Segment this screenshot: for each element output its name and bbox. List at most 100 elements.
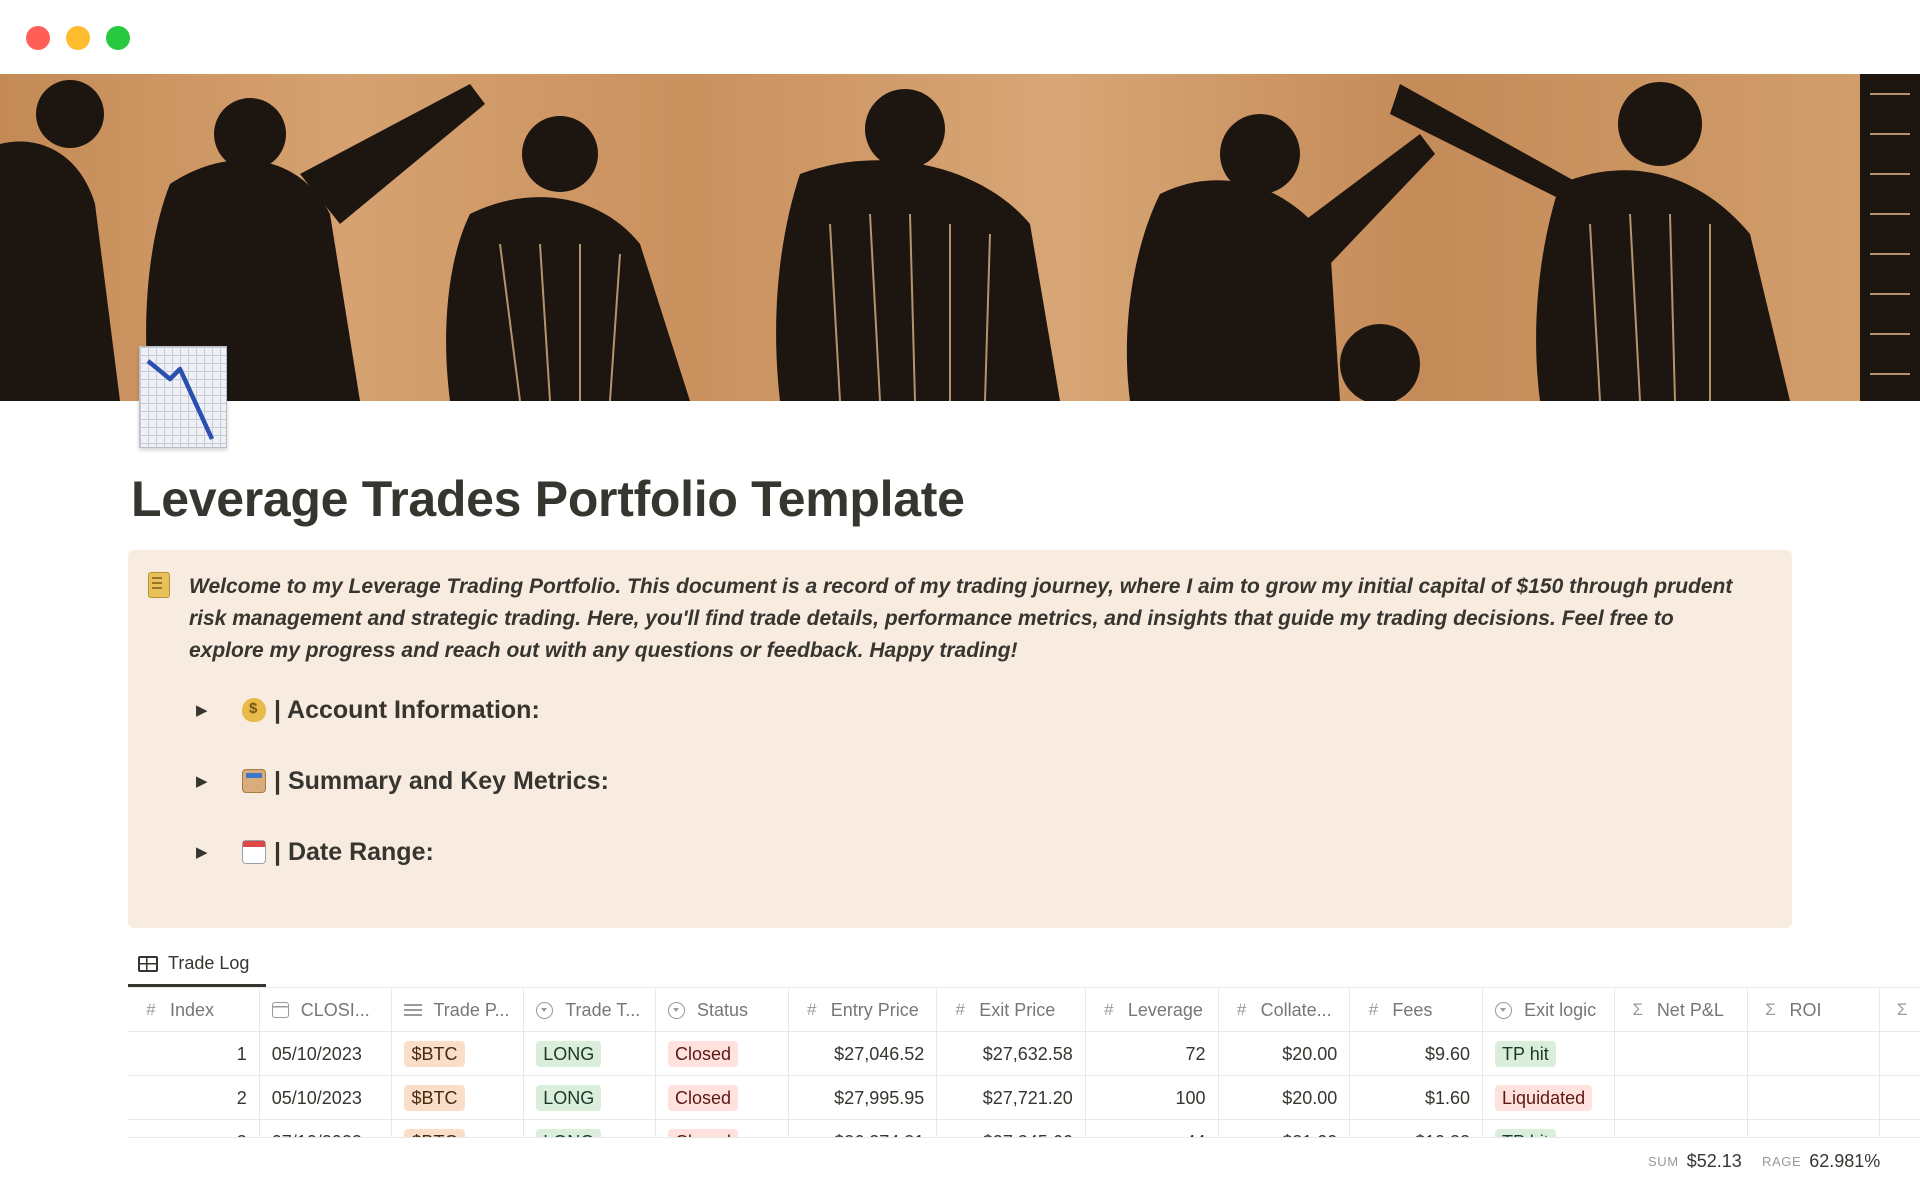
column-label: Trade P...: [433, 999, 510, 1020]
cell-entry-price[interactable]: $26,374.31: [789, 1120, 938, 1138]
cell-fees[interactable]: $1.60: [1350, 1076, 1484, 1120]
column-label: Exit logic: [1524, 999, 1597, 1020]
column-header-formula-more[interactable]: Σ: [1880, 988, 1920, 1032]
cell-exit-price[interactable]: $27,632.58: [937, 1032, 1086, 1076]
column-header-status[interactable]: Status: [656, 988, 789, 1032]
tag-trade-type: LONG: [536, 1085, 602, 1111]
cell-formula-more[interactable]: [1880, 1120, 1920, 1138]
cell-exit-logic[interactable]: Liquidated: [1483, 1076, 1615, 1120]
column-header-exit-price[interactable]: # Exit Price: [937, 988, 1086, 1032]
cell-exit-logic[interactable]: TP hit: [1483, 1120, 1615, 1138]
column-header-trade-pair[interactable]: Trade P...: [392, 988, 525, 1032]
column-header-roi[interactable]: Σ ROI: [1748, 988, 1881, 1032]
cover-illustration: [0, 74, 1920, 401]
toggle-arrow-icon[interactable]: ▶: [196, 843, 222, 861]
cell-index[interactable]: 2: [128, 1076, 260, 1120]
cell-leverage[interactable]: 44: [1086, 1120, 1219, 1138]
close-window-button[interactable]: [26, 26, 50, 50]
cell-exit-logic[interactable]: TP hit: [1483, 1032, 1615, 1076]
maximize-window-button[interactable]: [106, 26, 130, 50]
cell-trade-pair[interactable]: $BTC: [392, 1032, 525, 1076]
cell-roi[interactable]: [1748, 1076, 1881, 1120]
calculation-value: 62.981%: [1809, 1150, 1881, 1171]
column-header-leverage[interactable]: # Leverage: [1086, 988, 1219, 1032]
roi-average-calculation[interactable]: RAGE 62.981%: [1762, 1148, 1880, 1174]
cell-collateral[interactable]: $20.00: [1219, 1076, 1351, 1120]
tab-trade-log[interactable]: Trade Log: [128, 943, 266, 987]
number-property-icon: #: [806, 1000, 817, 1019]
column-header-closing-date[interactable]: CLOSI...: [260, 988, 393, 1032]
table-row[interactable]: 1 05/10/2023 $BTC LONG Closed $27,046.52…: [128, 1032, 1920, 1076]
column-header-exit-logic[interactable]: Exit logic: [1483, 988, 1615, 1032]
cell-roi[interactable]: [1748, 1032, 1881, 1076]
intro-callout: Welcome to my Leverage Trading Portfolio…: [128, 550, 1792, 928]
cell-leverage[interactable]: 100: [1086, 1076, 1219, 1120]
cell-net-pnl[interactable]: [1615, 1120, 1748, 1138]
page-title[interactable]: Leverage Trades Portfolio Template: [131, 470, 965, 528]
select-property-icon: [536, 1001, 554, 1019]
toggle-arrow-icon[interactable]: ▶: [196, 772, 222, 790]
toggle-arrow-icon[interactable]: ▶: [196, 701, 222, 719]
cell-trade-type[interactable]: LONG: [524, 1032, 656, 1076]
cell-fees[interactable]: $10.32: [1350, 1120, 1484, 1138]
cell-trade-pair[interactable]: $BTC: [392, 1120, 525, 1138]
trade-log-table: # Index CLOSI... Trade P... Trade T... S…: [128, 988, 1920, 1138]
multi-select-property-icon: [404, 1003, 423, 1017]
cell-roi[interactable]: [1748, 1120, 1881, 1138]
column-header-entry-price[interactable]: # Entry Price: [789, 988, 938, 1032]
table-row[interactable]: 2 05/10/2023 $BTC LONG Closed $27,995.95…: [128, 1076, 1920, 1120]
ledger-icon[interactable]: [148, 572, 170, 598]
cell-closing-date[interactable]: 05/10/2023: [260, 1076, 393, 1120]
formula-property-icon: Σ: [1896, 1000, 1908, 1019]
cell-formula-more[interactable]: [1880, 1032, 1920, 1076]
cell-collateral[interactable]: $20.00: [1219, 1032, 1351, 1076]
column-label: Exit Price: [979, 999, 1056, 1020]
toggle-date-range[interactable]: ▶ | Date Range:: [196, 832, 434, 872]
tag-trade-type: LONG: [536, 1041, 602, 1067]
callout-text[interactable]: Welcome to my Leverage Trading Portfolio…: [189, 571, 1749, 667]
cell-exit-price[interactable]: $27,721.20: [937, 1076, 1086, 1120]
cell-index[interactable]: 3: [128, 1120, 260, 1138]
cell-status[interactable]: Closed: [656, 1076, 789, 1120]
cell-trade-type[interactable]: LONG: [524, 1120, 656, 1138]
column-header-index[interactable]: # Index: [128, 988, 260, 1032]
cell-leverage[interactable]: 72: [1086, 1032, 1219, 1076]
calculation-value: $52.13: [1686, 1150, 1742, 1171]
cell-index[interactable]: 1: [128, 1032, 260, 1076]
cell-status[interactable]: Closed: [656, 1032, 789, 1076]
cell-trade-type[interactable]: LONG: [524, 1076, 656, 1120]
select-property-icon: [1495, 1001, 1513, 1019]
number-property-icon: #: [1104, 1000, 1114, 1019]
table-row[interactable]: 3 07/10/2023 $BTC LONG Closed $26,374.31…: [128, 1120, 1920, 1138]
formula-property-icon: Σ: [1765, 1000, 1776, 1019]
cell-closing-date[interactable]: 05/10/2023: [260, 1032, 393, 1076]
cell-closing-date[interactable]: 07/10/2023: [260, 1120, 393, 1138]
net-pnl-sum-calculation[interactable]: SUM $52.13: [1648, 1148, 1742, 1174]
cell-entry-price[interactable]: $27,995.95: [789, 1076, 938, 1120]
cell-status[interactable]: Closed: [656, 1120, 789, 1138]
calculation-label: SUM: [1648, 1153, 1679, 1169]
column-label: Entry Price: [830, 999, 919, 1020]
cell-collateral[interactable]: $21.00: [1219, 1120, 1351, 1138]
toggle-summary-key-metrics[interactable]: ▶ | Summary and Key Metrics:: [196, 761, 609, 801]
chart-decreasing-icon[interactable]: [139, 346, 227, 448]
money-bag-icon: [242, 698, 266, 722]
column-header-trade-type[interactable]: Trade T...: [524, 988, 656, 1032]
cell-trade-pair[interactable]: $BTC: [392, 1076, 525, 1120]
select-property-icon: [667, 1001, 685, 1019]
cell-fees[interactable]: $9.60: [1350, 1032, 1484, 1076]
column-header-net-pnl[interactable]: Σ Net P&L: [1615, 988, 1748, 1032]
number-property-icon: #: [146, 1000, 156, 1019]
tag-exit-logic: Liquidated: [1495, 1085, 1593, 1111]
minimize-window-button[interactable]: [66, 26, 90, 50]
column-header-collateral[interactable]: # Collate...: [1219, 988, 1351, 1032]
page-cover-image[interactable]: [0, 74, 1920, 401]
cell-net-pnl[interactable]: [1615, 1076, 1748, 1120]
cell-net-pnl[interactable]: [1615, 1032, 1748, 1076]
tag-exit-logic: TP hit: [1495, 1041, 1556, 1067]
cell-entry-price[interactable]: $27,046.52: [789, 1032, 938, 1076]
cell-formula-more[interactable]: [1880, 1076, 1920, 1120]
column-header-fees[interactable]: # Fees: [1350, 988, 1484, 1032]
cell-exit-price[interactable]: $27,245.66: [937, 1120, 1086, 1138]
toggle-account-information[interactable]: ▶ | Account Information:: [196, 690, 540, 730]
